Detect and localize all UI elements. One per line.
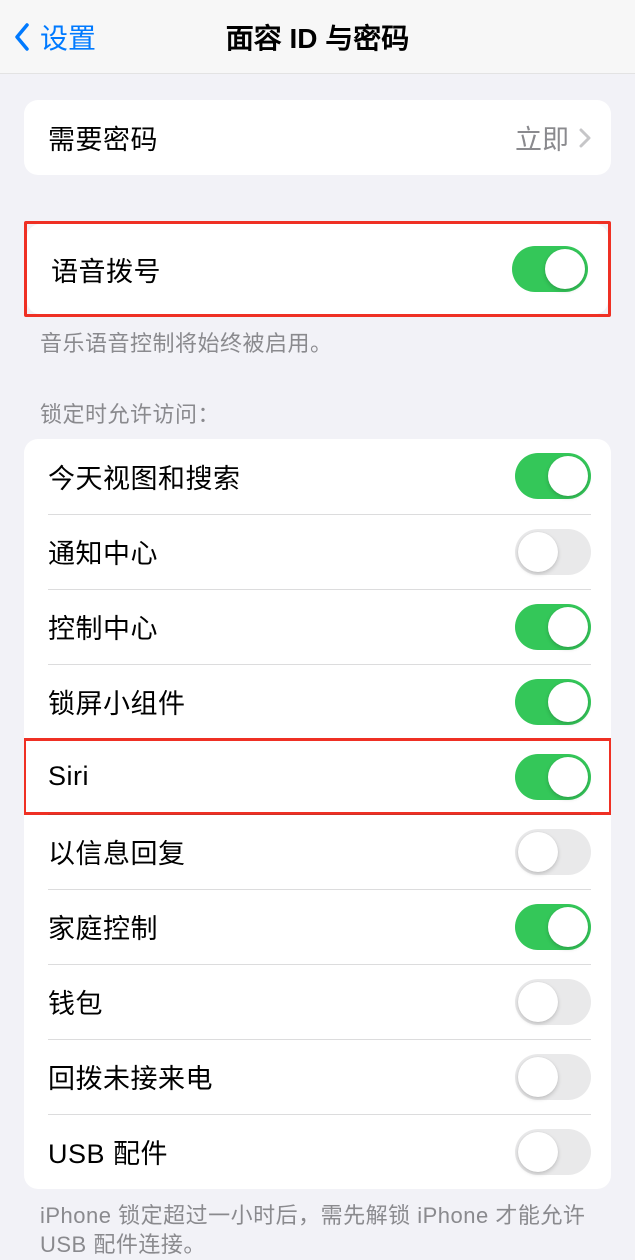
lock-access-label: 控制中心 bbox=[48, 607, 158, 646]
lock-access-row: 钱包 bbox=[24, 964, 611, 1039]
lock-access-label: 今天视图和搜索 bbox=[48, 457, 241, 496]
lock-access-label: USB 配件 bbox=[48, 1132, 168, 1171]
voice-dial-label: 语音拨号 bbox=[51, 250, 161, 289]
lock-access-list: 今天视图和搜索通知中心控制中心锁屏小组件 Siri 以信息回复家庭控制钱包回拨未接来… bbox=[24, 439, 611, 1189]
chevron-right-icon bbox=[579, 128, 591, 148]
voice-dial-toggle[interactable] bbox=[512, 246, 588, 292]
lock-access-toggle[interactable] bbox=[515, 979, 591, 1025]
lock-access-toggle[interactable] bbox=[515, 1054, 591, 1100]
lock-access-row: 回拨未接来电 bbox=[24, 1039, 611, 1114]
lock-access-label: 回拨未接来电 bbox=[48, 1057, 213, 1096]
lock-access-row: 今天视图和搜索 bbox=[24, 439, 611, 514]
require-passcode-value: 立即 bbox=[515, 118, 569, 157]
lock-access-row: 以信息回复 bbox=[24, 814, 611, 889]
lock-access-toggle[interactable] bbox=[515, 829, 591, 875]
lock-access-label: 钱包 bbox=[48, 982, 103, 1021]
require-passcode-row[interactable]: 需要密码 立即 bbox=[24, 100, 611, 175]
lock-access-label: 锁屏小组件 bbox=[48, 682, 186, 721]
lock-access-row: 家庭控制 bbox=[24, 889, 611, 964]
back-label: 设置 bbox=[40, 17, 96, 57]
lock-access-toggle[interactable] bbox=[515, 679, 591, 725]
lock-access-label: 以信息回复 bbox=[48, 832, 186, 871]
navigation-bar: 设置 面容 ID 与密码 bbox=[0, 0, 635, 74]
lock-access-toggle[interactable] bbox=[515, 904, 591, 950]
voice-dial-footer: 音乐语音控制将始终被启用。 bbox=[40, 329, 595, 359]
lock-access-row: USB 配件 bbox=[24, 1114, 611, 1189]
lock-access-row: 锁屏小组件 bbox=[24, 664, 611, 739]
lock-access-row: Siri bbox=[24, 739, 611, 814]
lock-access-label: 家庭控制 bbox=[48, 907, 158, 946]
lock-access-footer: iPhone 锁定超过一小时后，需先解锁 iPhone 才能允许USB 配件连接… bbox=[40, 1201, 595, 1260]
lock-access-header: 锁定时允许访问： bbox=[40, 397, 595, 429]
lock-access-label: 通知中心 bbox=[48, 532, 158, 571]
lock-access-toggle[interactable] bbox=[515, 529, 591, 575]
lock-access-label: Siri bbox=[48, 761, 89, 792]
require-passcode-label: 需要密码 bbox=[48, 118, 158, 157]
lock-access-row: 通知中心 bbox=[24, 514, 611, 589]
lock-access-toggle[interactable] bbox=[515, 754, 591, 800]
back-button[interactable]: 设置 bbox=[14, 17, 96, 57]
lock-access-toggle[interactable] bbox=[515, 604, 591, 650]
lock-access-toggle[interactable] bbox=[515, 453, 591, 499]
voice-dial-highlight: 语音拨号 bbox=[24, 221, 611, 317]
chevron-left-icon bbox=[14, 23, 30, 51]
lock-access-toggle[interactable] bbox=[515, 1129, 591, 1175]
voice-dial-row: 语音拨号 bbox=[27, 224, 608, 314]
lock-access-row: 控制中心 bbox=[24, 589, 611, 664]
